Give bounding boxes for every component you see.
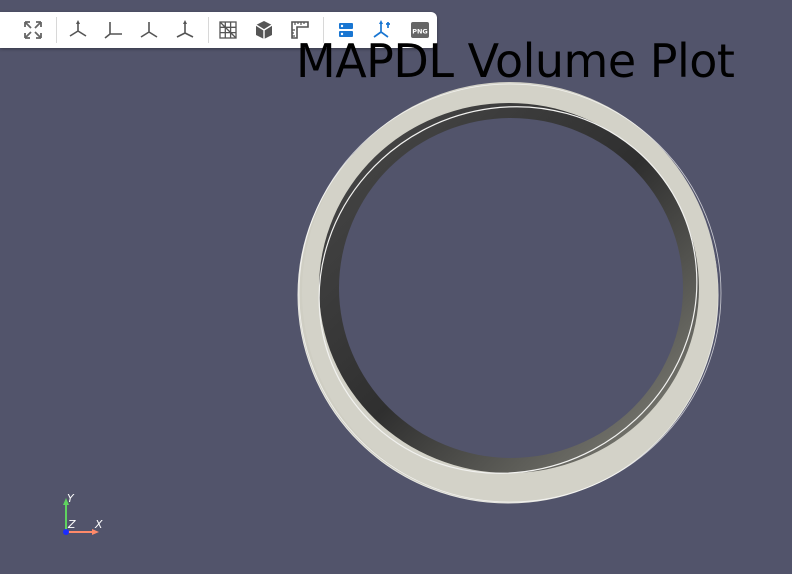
reset-camera-button[interactable] (19, 16, 47, 44)
view-xz-button[interactable] (171, 16, 199, 44)
toggle-parallel-button[interactable] (250, 16, 278, 44)
mesh-grid-icon (219, 21, 237, 39)
plot-title: MAPDL Volume Plot (296, 34, 735, 88)
cube-icon (255, 21, 273, 39)
axes-xy-icon (104, 22, 122, 39)
toggle-mesh-button[interactable] (214, 16, 242, 44)
view-yz-button[interactable] (135, 16, 163, 44)
axes-yz-icon (140, 22, 158, 38)
toolbar-separator (56, 17, 57, 43)
annular-volume-ring (297, 82, 722, 504)
x-axis-label: X (95, 518, 103, 531)
toolbar-separator (208, 17, 209, 43)
axes-xz-icon (176, 20, 194, 38)
expand-arrows-icon (24, 21, 42, 39)
axes-isometric-icon (69, 20, 87, 37)
view-xy-button[interactable] (99, 16, 127, 44)
z-axis-label: Z (68, 518, 76, 531)
orientation-axes-widget (63, 498, 99, 535)
y-axis-label: Y (67, 492, 74, 505)
view-isometric-button[interactable] (64, 16, 92, 44)
